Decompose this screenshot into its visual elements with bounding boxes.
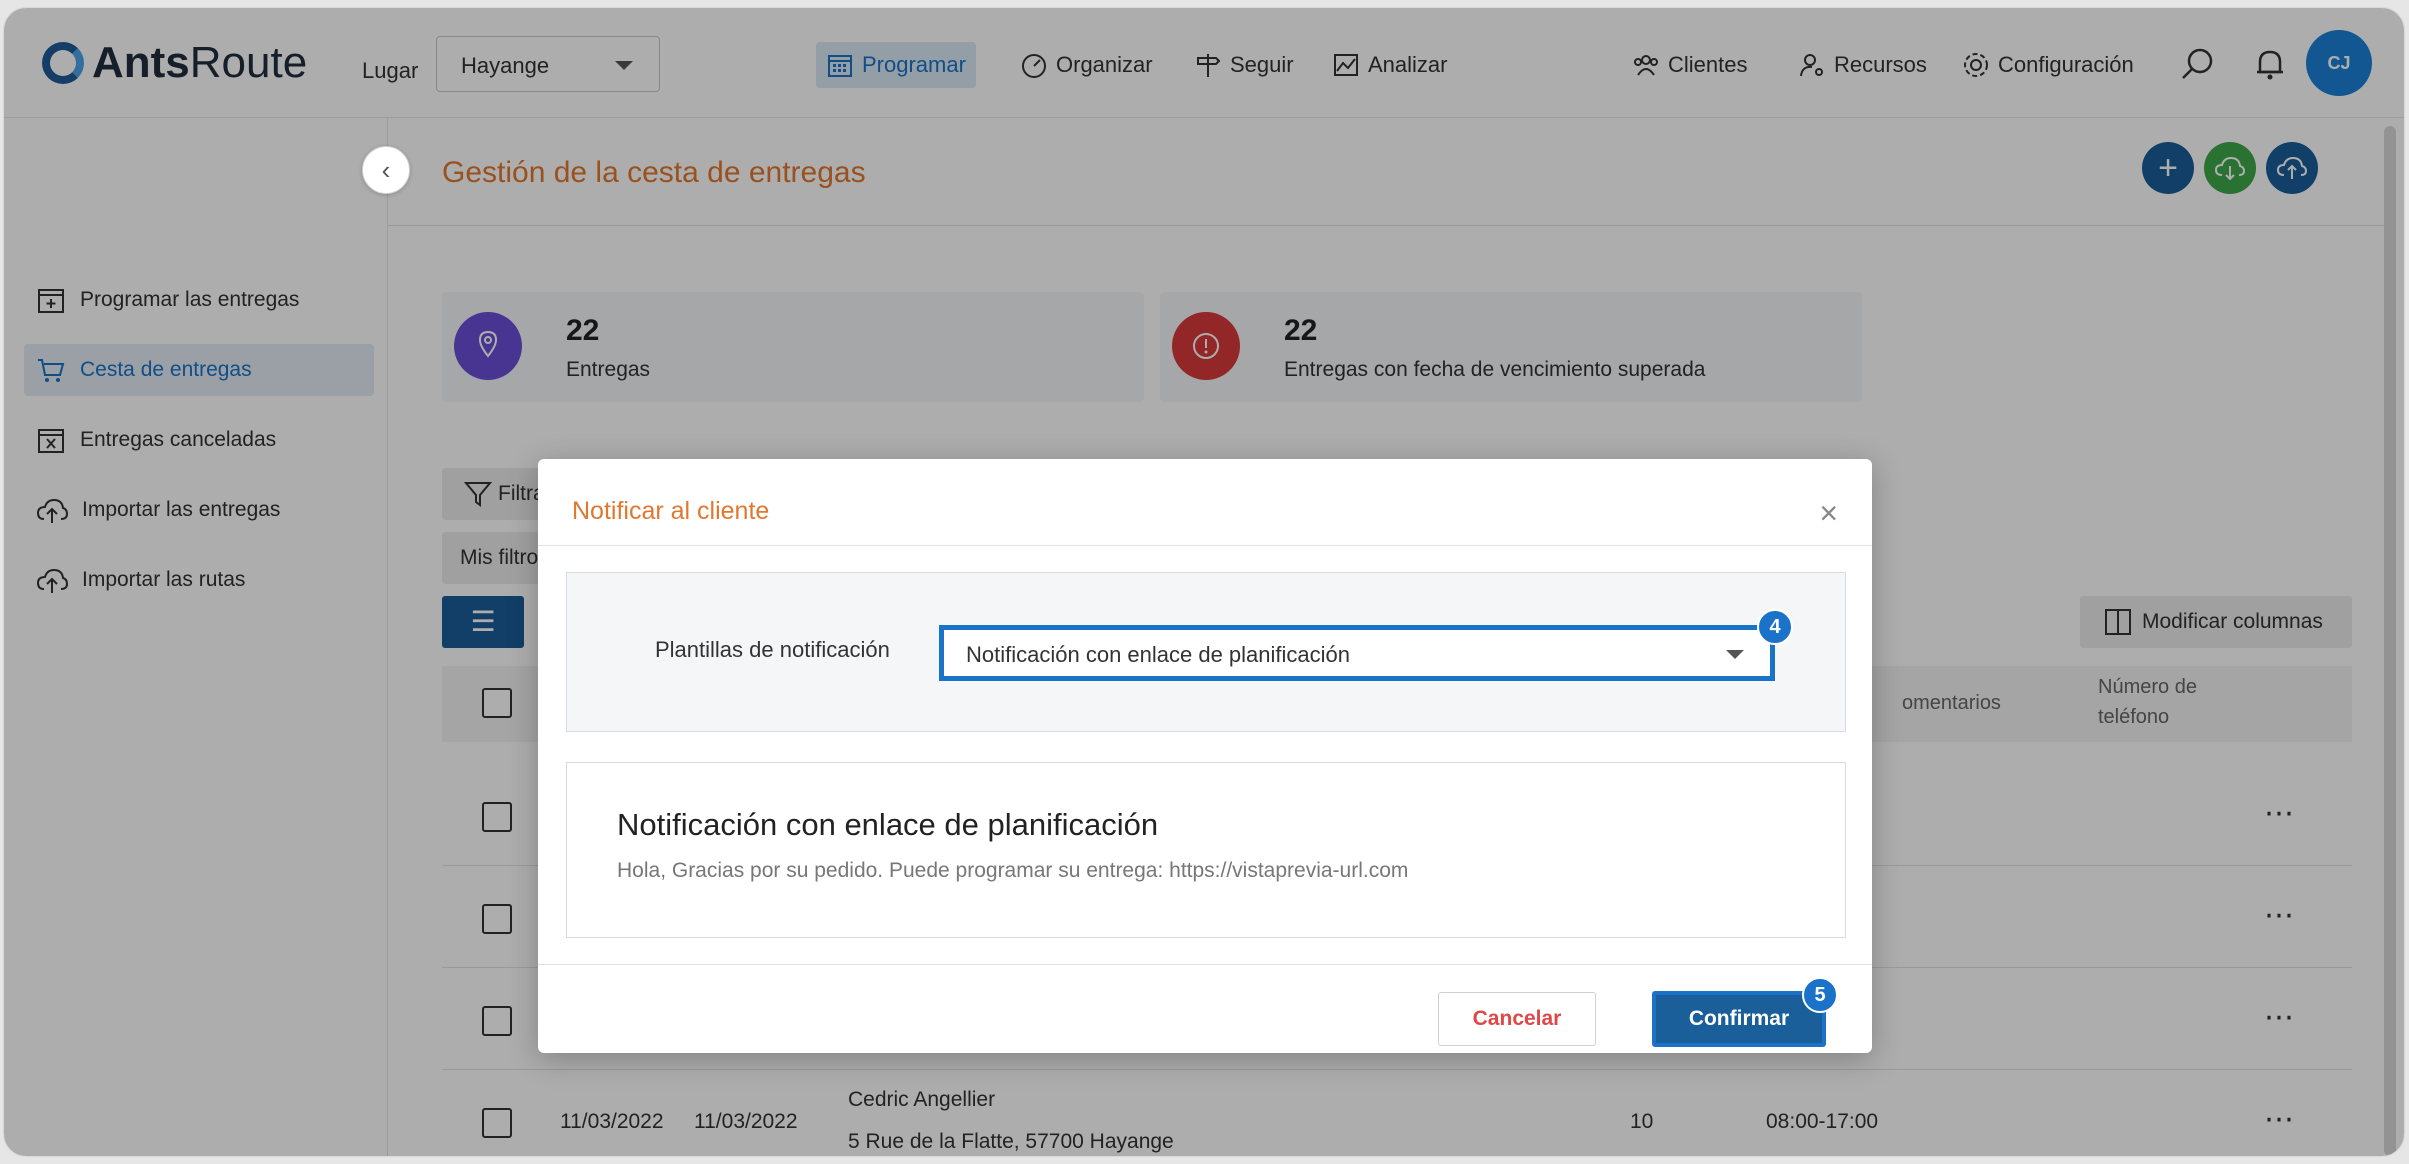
notify-customer-dialog: Notificar al cliente × Plantillas de not… — [538, 459, 1872, 1053]
preview-body: Hola, Gracias por su pedido. Puede progr… — [617, 859, 1409, 882]
dialog-divider — [538, 545, 1872, 546]
template-label: Plantillas de notificación — [655, 637, 890, 662]
chevron-down-icon — [1726, 650, 1744, 659]
template-preview: Notificación con enlace de planificación… — [566, 762, 1846, 938]
dialog-footer-divider — [538, 964, 1872, 965]
collapse-sidebar-button[interactable]: ‹ — [362, 146, 410, 194]
confirm-button[interactable]: Confirmar — [1652, 991, 1826, 1047]
preview-title: Notificación con enlace de planificación — [617, 807, 1159, 842]
app-window: AntsRoute Lugar Hayange Programar Organi… — [4, 8, 2404, 1156]
dialog-title: Notificar al cliente — [572, 497, 770, 525]
close-icon[interactable]: × — [1819, 495, 1838, 532]
cancel-button[interactable]: Cancelar — [1438, 992, 1596, 1046]
template-section: Plantillas de notificación Notificación … — [566, 572, 1846, 732]
step-badge: 4 — [1757, 609, 1793, 645]
template-select[interactable]: Notificación con enlace de planificación — [939, 625, 1775, 681]
step-badge: 5 — [1802, 977, 1838, 1013]
template-select-value: Notificación con enlace de planificación — [966, 642, 1351, 667]
chevron-left-icon: ‹ — [381, 154, 391, 185]
